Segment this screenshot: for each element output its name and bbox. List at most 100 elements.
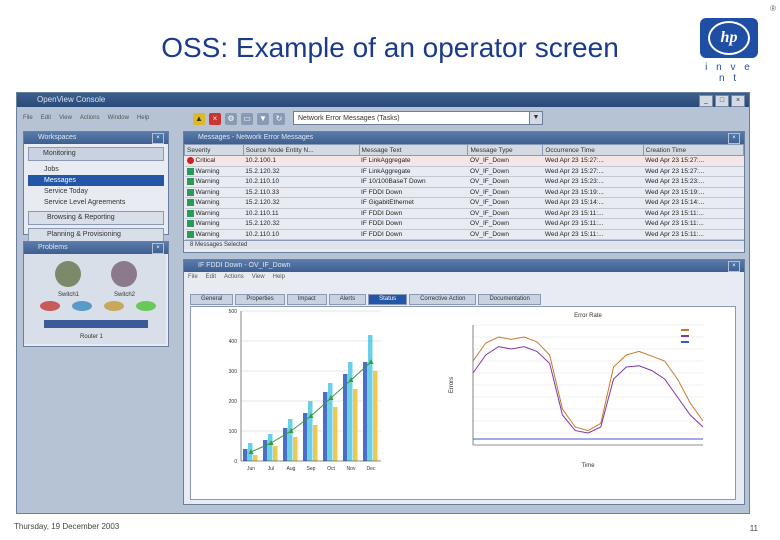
tab-documentation[interactable]: Documentation (478, 294, 541, 305)
detail-menu-view[interactable]: View (252, 274, 265, 280)
maximize-button[interactable]: □ (715, 95, 729, 107)
menu-view[interactable]: View (59, 115, 72, 121)
switch2-globe-icon[interactable] (111, 261, 137, 287)
table-cell: IF FDDI Down (359, 208, 468, 219)
table-row[interactable]: Warning 10.2.110.10 IF FDDI Down OV_IF_Down… (184, 229, 744, 240)
table-row[interactable]: Critical 10.2.100.1 IF LinkAggregate OV_IF_… (184, 155, 744, 167)
cell-severity: Warning (195, 178, 220, 186)
messages-title: Messages - Network Error Messages (198, 134, 314, 141)
menu-help[interactable]: Help (137, 115, 149, 121)
warning-icon (186, 230, 194, 238)
nav-item-messages[interactable]: Messages (28, 175, 164, 186)
table-cell: Critical (184, 155, 244, 167)
view-selector[interactable]: Network Error Messages (Tasks) ▼ (293, 111, 543, 125)
table-cell: Wed Apr 23 15:14:... (643, 197, 744, 209)
switch1-globe-icon[interactable] (55, 261, 81, 287)
bar (273, 446, 278, 461)
cell-text: IF FDDI Down (361, 209, 403, 217)
bar (368, 335, 373, 461)
bar (268, 434, 273, 461)
tab-properties[interactable]: Properties (235, 294, 285, 305)
cell-occ: Wed Apr 23 15:23:... (544, 178, 604, 186)
workspaces-title: Workspaces (38, 134, 77, 141)
col-occurrence-time[interactable]: Occurrence Time (542, 144, 644, 156)
cell-occ: Wed Apr 23 15:27:... (544, 167, 604, 175)
error-toolbar-icon[interactable]: × (209, 113, 221, 125)
problems-title: Problems (38, 244, 68, 251)
nav-group-browsing[interactable]: Browsing & Reporting (28, 211, 164, 225)
table-row[interactable]: Warning 10.2.110.11 IF FDDI Down OV_IF_Down… (184, 208, 744, 219)
x-tick-label: Jul (268, 466, 274, 472)
tab-alerts[interactable]: Alerts (328, 294, 367, 305)
tab-general[interactable]: General (190, 294, 234, 305)
table-row[interactable]: Warning 15.2.120.32 IF GigabitEthernet OV_I… (184, 197, 744, 209)
settings-toolbar-icon[interactable]: ⚙ (225, 113, 237, 125)
refresh-toolbar-icon[interactable]: ↻ (273, 113, 285, 125)
detail-menu-actions[interactable]: Actions (224, 274, 244, 280)
nav-item-jobs[interactable]: Jobs (28, 164, 164, 175)
table-cell: 10.2.110.10 (243, 229, 360, 240)
table-cell: Wed Apr 23 15:11:... (542, 208, 644, 219)
cell-severity: Warning (195, 230, 220, 238)
table-row[interactable]: Warning 10.2.110.10 IF 10/100BaseT Down OV_… (184, 176, 744, 188)
table-cell: Wed Apr 23 15:19:... (643, 187, 744, 198)
detail-menu-help[interactable]: Help (273, 274, 285, 280)
detail-menu-file[interactable]: File (188, 274, 198, 280)
problems-graphic: Switch1 Switch2 Router 1 (24, 254, 166, 344)
table-row[interactable]: Warning 15.2.120.32 IF FDDI Down OV_IF_Down… (184, 218, 744, 230)
menu-file[interactable]: File (23, 115, 33, 121)
cell-type: OV_IF_Down (469, 157, 509, 165)
table-row[interactable]: Warning 15.2.110.33 IF FDDI Down OV_IF_Down… (184, 187, 744, 198)
y-axis-label: Errors (449, 377, 455, 393)
close-icon[interactable]: × (728, 261, 740, 272)
cell-text: IF GigabitEthernet (361, 199, 414, 207)
minimize-button[interactable]: _ (699, 95, 713, 107)
nav-group-monitoring[interactable]: Monitoring (28, 147, 164, 161)
cell-occ: Wed Apr 23 15:19:... (544, 188, 604, 196)
table-row[interactable]: Warning 15.2.120.32 IF LinkAggregate OV_IF_… (184, 166, 744, 177)
charts-area: 0 100 200 300 400 500 Jun Jul Aug Sep Oct Nov Dec Er… (190, 306, 736, 500)
folder-toolbar-icon[interactable]: ▭ (241, 113, 253, 125)
table-cell: Wed Apr 23 15:27:... (643, 155, 744, 167)
nav-group-planning[interactable]: Planning & Provisioning (28, 228, 164, 242)
bar (328, 383, 333, 461)
close-icon[interactable]: × (152, 243, 164, 254)
table-cell: IF FDDI Down (359, 218, 468, 230)
menu-edit[interactable]: Edit (41, 115, 51, 121)
cell-type: OV_IF_Down (469, 167, 509, 175)
nav-item-service-today[interactable]: Service Today (28, 186, 164, 197)
tab-impact[interactable]: Impact (286, 294, 327, 305)
cell-created: Wed Apr 23 15:11:... (645, 230, 704, 238)
detail-menu-edit[interactable]: Edit (206, 274, 216, 280)
col-severity[interactable]: Severity (184, 144, 244, 156)
nav-item-service-level-agreements[interactable]: Service Level Agreements (28, 197, 164, 208)
col-message-type[interactable]: Message Type (467, 144, 544, 156)
close-button[interactable]: × (731, 95, 745, 107)
cell-created: Wed Apr 23 15:23:... (645, 178, 705, 186)
cell-created: Wed Apr 23 15:27:... (645, 157, 705, 165)
col-creation-time[interactable]: Creation Time (642, 144, 745, 156)
menu-actions[interactable]: Actions (80, 115, 100, 121)
x-tick-label: Oct (327, 466, 335, 472)
close-icon[interactable]: × (152, 133, 164, 144)
close-icon[interactable]: × (728, 133, 740, 144)
bar (373, 371, 378, 461)
workspaces-header: Workspaces × (24, 132, 168, 144)
cell-node: 15.2.110.33 (245, 188, 280, 196)
line-chart: Error Rate Time Errors (449, 313, 704, 469)
cell-created: Wed Apr 23 15:11:... (645, 209, 704, 217)
filter-toolbar-icon[interactable]: ▼ (257, 113, 269, 125)
tab-status[interactable]: Status (368, 294, 408, 305)
tab-corrective-action[interactable]: Corrective Action (409, 294, 477, 305)
slide-page-number: 11 (749, 524, 758, 533)
warning-toolbar-icon[interactable]: ▲ (193, 113, 205, 125)
col-message-text[interactable]: Message Text (358, 144, 469, 156)
chevron-down-icon[interactable]: ▼ (529, 112, 542, 124)
col-source-node[interactable]: Source Node Entity N... (242, 144, 360, 156)
x-tick-label: Aug (287, 466, 296, 472)
menu-window[interactable]: Window (108, 115, 129, 121)
workspaces-panel: Workspaces × Monitoring Jobs Messages Se… (23, 131, 169, 242)
router-bar[interactable] (44, 320, 148, 328)
table-cell: Wed Apr 23 15:11:... (643, 218, 744, 230)
app-window: OpenView Console _ □ × File Edit View Ac… (16, 92, 750, 514)
